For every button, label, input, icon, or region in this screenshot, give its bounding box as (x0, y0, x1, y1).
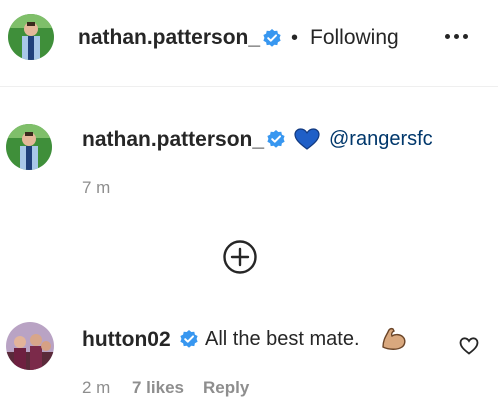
post-header: nathan.patterson_ • Following (0, 0, 498, 87)
more-horizontal-icon[interactable] (443, 26, 471, 46)
avatar[interactable] (8, 14, 54, 60)
blue-heart-emoji-icon (294, 128, 320, 150)
following-button[interactable]: Following (310, 26, 399, 50)
mention-link[interactable]: @rangersfc (329, 128, 433, 151)
comment-text: All the best mate. (205, 328, 360, 350)
flexed-biceps-emoji-icon (380, 326, 408, 352)
caption-avatar[interactable] (6, 124, 52, 170)
verified-badge-icon (266, 129, 286, 149)
caption-username[interactable]: nathan.patterson_ (82, 128, 264, 152)
separator-dot: • (291, 27, 299, 49)
comment-username[interactable]: hutton02 (82, 328, 171, 352)
verified-badge-icon (262, 28, 282, 48)
reply-button[interactable]: Reply (203, 378, 249, 398)
caption-timestamp: 7 m (82, 178, 111, 197)
verified-badge-icon (179, 329, 199, 349)
heart-outline-icon[interactable] (459, 337, 479, 355)
comment-timestamp: 2 m (82, 378, 111, 397)
comment-likes-count[interactable]: 7 likes (132, 378, 184, 398)
comment-avatar[interactable] (6, 322, 54, 370)
header-username[interactable]: nathan.patterson_ (78, 26, 260, 50)
plus-circle-icon[interactable] (222, 239, 258, 275)
